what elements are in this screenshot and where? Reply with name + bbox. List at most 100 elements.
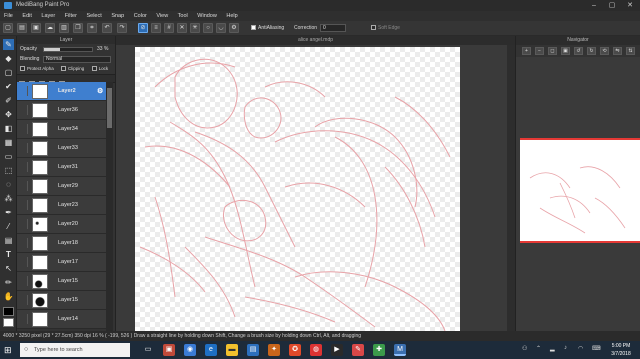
menu-edit[interactable]: Edit: [22, 13, 31, 19]
fill-tool-icon[interactable]: ◧: [3, 123, 14, 134]
visibility-icon[interactable]: [19, 124, 28, 134]
menu-layer[interactable]: Layer: [41, 13, 55, 19]
hand-tool-icon[interactable]: ✋: [3, 291, 14, 302]
tray-network-icon[interactable]: ▂: [550, 345, 555, 352]
snap-cross-icon[interactable]: #: [164, 23, 174, 33]
visibility-icon[interactable]: [19, 257, 28, 267]
flip-vertical-icon[interactable]: ⇅: [626, 47, 635, 55]
layer-item[interactable]: Layer18: [17, 234, 109, 253]
app-paint-icon[interactable]: ✎: [352, 344, 364, 356]
visibility-icon[interactable]: [19, 181, 28, 191]
canvas-tab[interactable]: alice angel.mdp: [116, 36, 515, 45]
menu-view[interactable]: View: [156, 13, 168, 19]
menu-window[interactable]: Window: [197, 13, 217, 19]
soft-edge-checkbox[interactable]: [371, 25, 376, 31]
lock-option[interactable]: Lock: [91, 66, 108, 72]
operation-tool-icon[interactable]: ↖: [3, 263, 14, 274]
menu-file[interactable]: File: [4, 13, 13, 19]
layer-item[interactable]: Layer2 ⚙: [17, 82, 109, 101]
rotate-left-icon[interactable]: ↺: [574, 47, 583, 55]
app-orange-icon[interactable]: ✦: [268, 344, 280, 356]
taskbar-search[interactable]: ○ Type here to search: [20, 343, 130, 357]
snap-radial-icon[interactable]: ✳: [190, 23, 200, 33]
lasso-tool-icon[interactable]: ◌: [3, 179, 14, 190]
primary-color-swatch[interactable]: [3, 307, 14, 316]
tray-volume-icon[interactable]: ♪: [564, 345, 567, 351]
cloud-icon[interactable]: ☁: [45, 23, 55, 33]
layer-settings-gear-icon[interactable]: ⚙: [97, 82, 103, 101]
gradient-tool-icon[interactable]: ▦: [3, 137, 14, 148]
close-button[interactable]: ✕: [624, 0, 636, 11]
correction-select[interactable]: 0: [320, 24, 346, 32]
visibility-icon[interactable]: [19, 200, 28, 210]
store-icon[interactable]: ▤: [247, 344, 259, 356]
flip-horizontal-icon[interactable]: ⇋: [613, 47, 622, 55]
layer-item[interactable]: Layer20: [17, 215, 109, 234]
select-eraser-icon[interactable]: ✐: [3, 95, 14, 106]
visibility-icon[interactable]: [19, 314, 28, 324]
snap-curve-icon[interactable]: ◡: [216, 23, 226, 33]
layer-item[interactable]: Layer34: [17, 120, 109, 139]
layer-scrollbar-thumb[interactable]: [107, 88, 112, 128]
brush-tool-icon[interactable]: ✎: [3, 39, 14, 50]
menu-filter[interactable]: Filter: [65, 13, 77, 19]
crop-icon[interactable]: ⌗: [87, 23, 97, 33]
menu-help[interactable]: Help: [226, 13, 237, 19]
minimize-button[interactable]: –: [588, 0, 600, 11]
color-picker-icon[interactable]: ✏: [3, 277, 14, 288]
pen-tool-icon[interactable]: ✒: [3, 207, 14, 218]
blending-select[interactable]: Normal: [43, 56, 111, 63]
layer-list-scrollbar[interactable]: [106, 82, 113, 331]
snap-parallel-icon[interactable]: ≡: [151, 23, 161, 33]
visibility-icon[interactable]: [19, 86, 28, 96]
snap-settings-icon[interactable]: ⚙: [229, 23, 239, 33]
layer-item[interactable]: Layer17: [17, 253, 109, 272]
menu-snap[interactable]: Snap: [111, 13, 124, 19]
tray-wifi-icon[interactable]: ◠: [578, 345, 583, 352]
zoom-in-icon[interactable]: +: [522, 47, 531, 55]
navigator-preview[interactable]: [520, 138, 640, 243]
visibility-icon[interactable]: [19, 162, 28, 172]
eyedropper-tool-icon[interactable]: ⁄: [3, 221, 14, 232]
select-pen-icon[interactable]: ✔: [3, 81, 14, 92]
divide-tool-icon[interactable]: ▤: [3, 235, 14, 246]
antialiasing-option[interactable]: AntiAliasing: [251, 25, 284, 31]
move-tool-icon[interactable]: ✥: [3, 109, 14, 120]
app-fox-icon[interactable]: ✪: [289, 344, 301, 356]
print-icon[interactable]: ▥: [59, 23, 69, 33]
firefox-icon[interactable]: ◉: [184, 344, 196, 356]
visibility-icon[interactable]: [19, 143, 28, 153]
layer-item[interactable]: Layer14: [17, 310, 109, 329]
undo-icon[interactable]: ↶: [102, 23, 112, 33]
layer-item[interactable]: Layer33: [17, 139, 109, 158]
zoom-out-icon[interactable]: −: [535, 47, 544, 55]
copy-icon[interactable]: ❐: [73, 23, 83, 33]
layer-item[interactable]: Layer29: [17, 177, 109, 196]
drawing-canvas[interactable]: [135, 47, 460, 331]
visibility-icon[interactable]: [19, 219, 28, 229]
rotate-right-icon[interactable]: ↻: [587, 47, 596, 55]
visibility-icon[interactable]: [19, 295, 28, 305]
fit-window-icon[interactable]: ◻: [548, 47, 557, 55]
rect-select-icon[interactable]: ⬚: [3, 165, 14, 176]
clipping-option[interactable]: Clipping: [61, 66, 84, 72]
layer-item[interactable]: Layer15: [17, 272, 109, 291]
secondary-color-swatch[interactable]: [3, 318, 14, 327]
magic-wand-icon[interactable]: ⁂: [3, 193, 14, 204]
redo-icon[interactable]: ↷: [117, 23, 127, 33]
antialiasing-checkbox[interactable]: [251, 25, 256, 31]
opacity-slider[interactable]: [43, 47, 93, 52]
menu-tool[interactable]: Tool: [178, 13, 188, 19]
app-green-icon[interactable]: ✚: [373, 344, 385, 356]
layer-item[interactable]: Layer15: [17, 291, 109, 310]
save-icon[interactable]: ▣: [31, 23, 41, 33]
soft-edge-option[interactable]: Soft Edge: [371, 25, 400, 31]
shape-tool-icon[interactable]: ▭: [3, 151, 14, 162]
medibang-taskbar-icon[interactable]: M: [394, 344, 406, 356]
snap-off-icon[interactable]: ⊘: [138, 23, 148, 33]
clipping-checkbox[interactable]: [61, 66, 67, 72]
tray-ime-icon[interactable]: ⌨: [592, 345, 601, 352]
app-red-icon[interactable]: ▣: [163, 344, 175, 356]
menu-color[interactable]: Color: [134, 13, 147, 19]
tray-people-icon[interactable]: ⚇: [522, 345, 527, 352]
